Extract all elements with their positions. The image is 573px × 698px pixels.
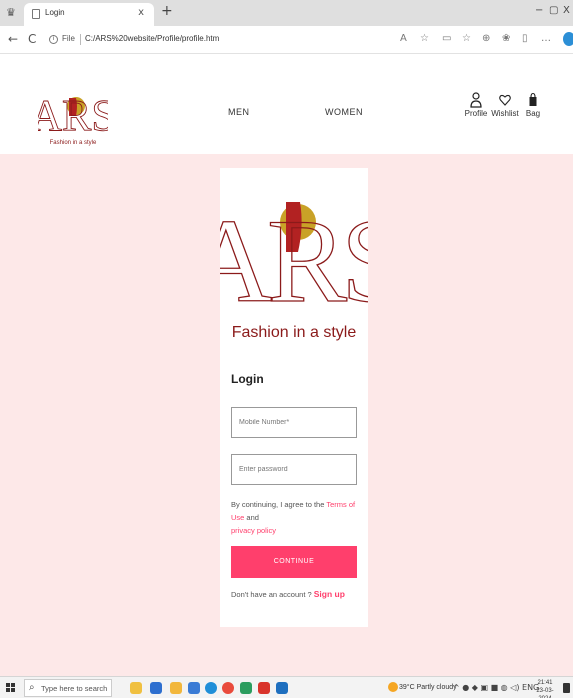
notification-icon[interactable] xyxy=(563,683,570,693)
weather-icon[interactable] xyxy=(388,682,398,692)
privacy-policy-link[interactable]: privacy policy xyxy=(231,526,276,535)
close-window-icon[interactable]: X xyxy=(563,5,570,16)
profile-label: Profile xyxy=(464,109,488,118)
site-header: ARS Fashion in a style MEN WOMEN Profile… xyxy=(0,55,573,154)
file-explorer-icon[interactable] xyxy=(170,682,182,694)
favorite-icon[interactable]: ☆ xyxy=(420,33,429,44)
browser-tab[interactable]: Login x xyxy=(24,3,154,26)
continue-button[interactable]: CONTINUE xyxy=(231,546,357,578)
extensions-icon[interactable]: ❀ xyxy=(502,33,510,44)
login-card: ARS Fashion in a style Login By continui… xyxy=(220,168,368,627)
signup-prefix: Don't have an account ? xyxy=(231,590,314,599)
bag-label: Bag xyxy=(525,109,541,118)
chrome-icon[interactable] xyxy=(222,682,234,694)
minimize-icon[interactable]: − xyxy=(535,5,543,16)
mobile-number-input[interactable] xyxy=(232,408,356,437)
person-icon xyxy=(461,92,491,108)
profile-icon[interactable]: ♛ xyxy=(6,6,16,19)
windows-start-icon[interactable] xyxy=(6,683,16,693)
weather-text[interactable]: 39°C Partly cloudy xyxy=(399,684,457,691)
page-icon xyxy=(32,9,40,19)
windows-taskbar: ⌕ Type here to search 39°C Partly cloudy… xyxy=(0,676,573,698)
brand-logo: ARS Fashion in a style xyxy=(220,193,368,341)
clock[interactable]: 21:41 23-03-2024 xyxy=(532,679,558,698)
collections-icon[interactable]: ⊕ xyxy=(482,33,490,44)
taskview-icon[interactable] xyxy=(150,682,162,694)
app-icon[interactable] xyxy=(240,682,252,694)
terms-and: and xyxy=(244,513,259,522)
url-field[interactable]: C:/ARS%20website/Profile/profile.htm xyxy=(85,34,219,43)
signup-link[interactable]: Sign up xyxy=(314,589,345,599)
nav-men[interactable]: MEN xyxy=(228,107,250,117)
divider xyxy=(80,34,81,45)
bag-button[interactable]: Bag xyxy=(518,92,548,118)
main-content: ARS Fashion in a style Login By continui… xyxy=(0,154,573,676)
edge-sidebar-icon[interactable] xyxy=(563,32,573,46)
taskbar-search[interactable]: ⌕ Type here to search xyxy=(24,679,112,697)
date: 23-03-2024 xyxy=(536,688,554,698)
heart-icon xyxy=(490,92,520,108)
store-icon[interactable] xyxy=(188,682,200,694)
svg-text:ARS: ARS xyxy=(38,91,108,140)
svg-text:Fashion in a style: Fashion in a style xyxy=(232,324,357,341)
browser-tab-bar: ♛ Login x + − ▢ X xyxy=(0,0,573,26)
split-screen-icon[interactable]: ▭ xyxy=(442,33,451,44)
new-tab-icon[interactable]: + xyxy=(161,3,173,19)
widgets-icon[interactable] xyxy=(130,682,142,694)
app-icon-2[interactable] xyxy=(258,682,270,694)
terms-text: By continuing, I agree to the Terms of U… xyxy=(231,498,359,537)
password-field[interactable] xyxy=(231,454,357,485)
profile-button[interactable]: Profile xyxy=(461,92,491,118)
bag-icon xyxy=(518,92,548,108)
favorites-icon[interactable]: ☆ xyxy=(462,33,471,44)
svg-text:Fashion in a style: Fashion in a style xyxy=(50,140,97,146)
header-logo[interactable]: ARS Fashion in a style xyxy=(38,88,108,148)
wishlist-label: Wishlist xyxy=(491,109,519,118)
tab-close-icon[interactable]: x xyxy=(138,7,144,18)
info-icon[interactable]: i xyxy=(49,35,58,44)
svg-text:ARS: ARS xyxy=(220,194,368,327)
mobile-number-field[interactable] xyxy=(231,407,357,438)
back-icon[interactable]: ← xyxy=(8,32,18,46)
edge-taskbar-icon[interactable] xyxy=(205,682,217,694)
login-title: Login xyxy=(231,372,264,386)
more-icon[interactable]: … xyxy=(541,33,551,44)
nav-women[interactable]: WOMEN xyxy=(325,107,363,117)
search-icon: ⌕ xyxy=(29,682,35,693)
password-input[interactable] xyxy=(232,455,356,484)
copilot-icon[interactable]: ▯ xyxy=(522,33,528,44)
read-aloud-icon[interactable]: A xyxy=(400,33,407,44)
app-icon-3[interactable] xyxy=(276,682,288,694)
system-tray[interactable]: ^ ● ◆ ▣ ■ ◍ ◁) ENG xyxy=(453,683,539,692)
restore-icon[interactable]: ▢ xyxy=(549,5,558,16)
file-label: File xyxy=(62,34,75,43)
time: 21:41 xyxy=(537,680,553,686)
terms-prefix: By continuing, I agree to the xyxy=(231,500,327,509)
signup-prompt: Don't have an account ? Sign up xyxy=(231,589,345,599)
search-placeholder: Type here to search xyxy=(41,684,108,693)
tab-title: Login xyxy=(45,8,65,17)
refresh-icon[interactable]: C xyxy=(28,32,36,46)
wishlist-button[interactable]: Wishlist xyxy=(490,92,520,118)
address-bar: ← C i File C:/ARS%20website/Profile/prof… xyxy=(0,26,573,54)
